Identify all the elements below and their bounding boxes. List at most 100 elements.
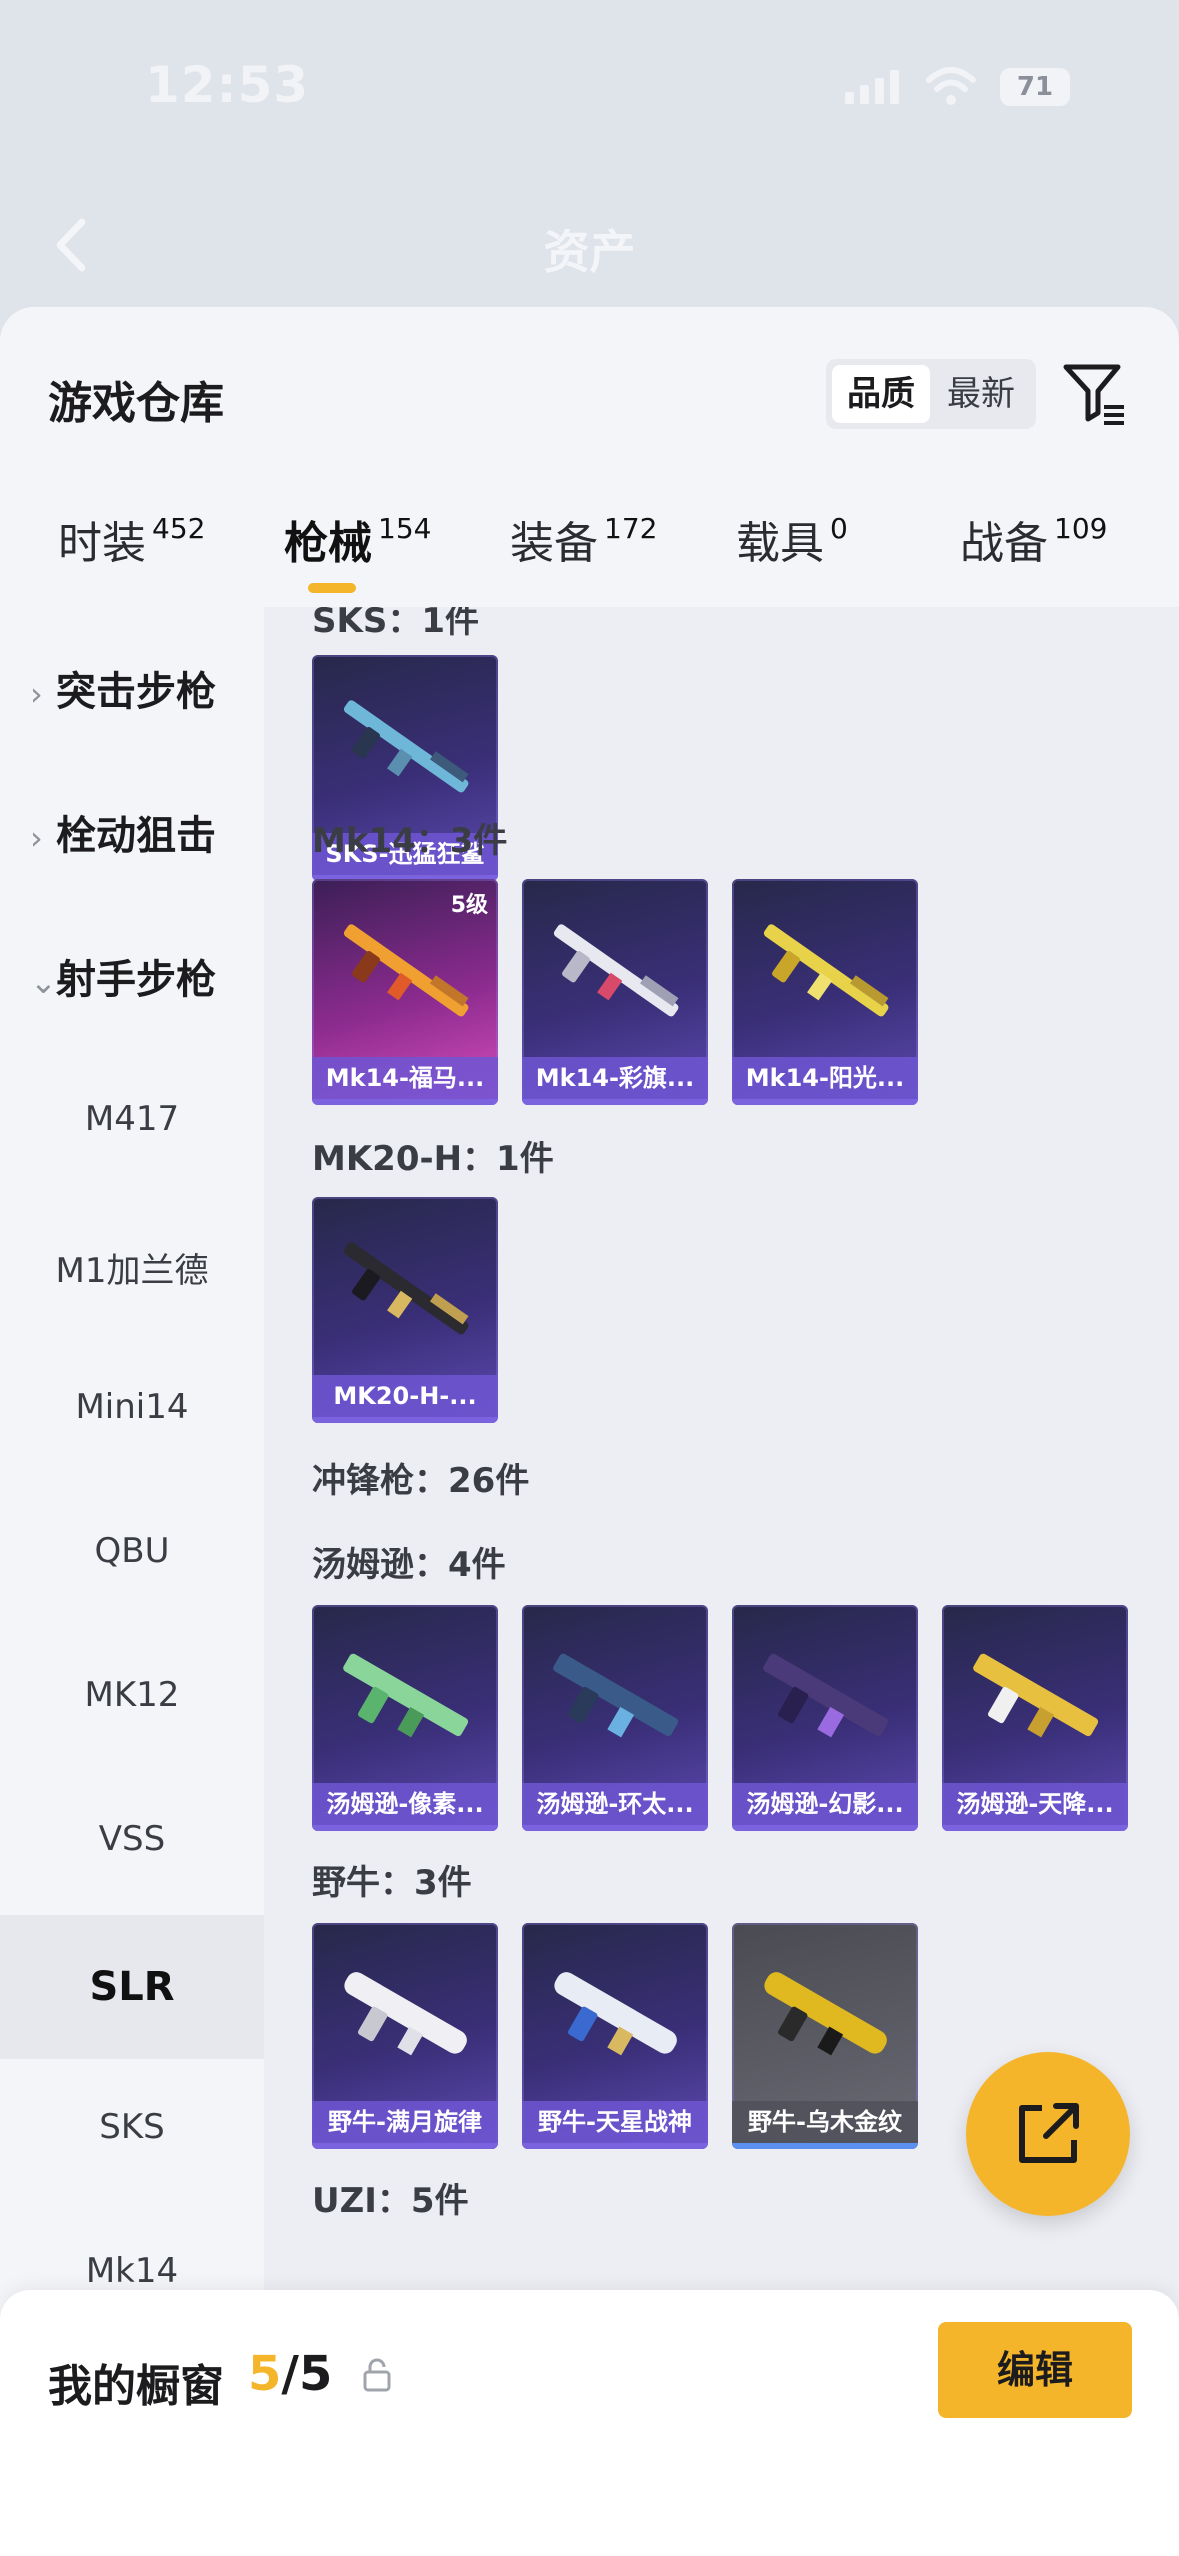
rifle-skin-icon <box>763 924 889 1017</box>
filter-icon[interactable] <box>1060 359 1130 429</box>
sort-toggle: 品质 最新 <box>826 359 1036 429</box>
rifle-skin-icon <box>343 1242 469 1335</box>
chevron-right-icon: › <box>30 675 43 713</box>
warehouse-sheet: 游戏仓库 品质 最新 时装 452 枪械 154 装备 172 载具 0 战备 109 ›… <box>0 307 1179 2556</box>
sidebar-item-vss[interactable]: VSS <box>0 1819 264 1859</box>
showcase-count: 5/5 <box>248 2346 332 2402</box>
tab-firearms[interactable]: 枪械 154 <box>284 507 431 571</box>
category-label: 射手步枪 <box>56 957 216 1003</box>
weapon-card[interactable]: 5级 Mk14-福马... <box>312 879 498 1105</box>
section-header-tommy: 汤姆逊：4件 <box>312 1545 506 1585</box>
weapon-card[interactable]: Mk14-彩旗... <box>522 879 708 1105</box>
weapon-name: 野牛-乌木金纹 <box>732 2101 918 2149</box>
rifle-skin-icon <box>553 924 679 1017</box>
tab-label: 战备 <box>960 518 1048 569</box>
section-header-mk14: Mk14：3件 <box>312 821 508 861</box>
sidebar-item-mk12[interactable]: MK12 <box>0 1675 264 1715</box>
section-header-uzi: UZI：5件 <box>312 2181 469 2221</box>
sheet-title: 游戏仓库 <box>48 378 224 429</box>
showcase-current: 5 <box>248 2346 282 2402</box>
weapon-card[interactable]: 汤姆逊-天降... <box>942 1605 1128 1831</box>
weapon-name: Mk14-彩旗... <box>522 1057 708 1105</box>
section-header-mk20: MK20-H：1件 <box>312 1139 554 1179</box>
nav-bar: 资产 <box>0 180 1179 310</box>
section-header-smg: 冲锋枪：26件 <box>312 1461 530 1501</box>
sidebar-item-mk14[interactable]: Mk14 <box>0 2251 264 2291</box>
edit-button[interactable]: 编辑 <box>938 2322 1132 2418</box>
weapon-name: Mk14-阳光... <box>732 1057 918 1105</box>
weapon-card[interactable]: 汤姆逊-幻影... <box>732 1605 918 1831</box>
battery-icon: 71 <box>1000 68 1070 106</box>
sidebar-item-m1-garand[interactable]: M1加兰德 <box>0 1243 264 1292</box>
smg-skin-icon <box>344 1972 467 2056</box>
sort-quality-button[interactable]: 品质 <box>832 365 930 423</box>
tab-supplies[interactable]: 战备 109 <box>960 507 1107 571</box>
tab-label: 载具 <box>736 518 824 569</box>
sheet-header: 游戏仓库 品质 最新 时装 452 枪械 154 装备 172 载具 0 战备 109 <box>0 307 1179 607</box>
weapon-name: Mk14-福马... <box>312 1057 498 1105</box>
tab-indicator <box>308 583 356 593</box>
rifle-skin-icon <box>343 924 469 1017</box>
tab-equipment[interactable]: 装备 172 <box>510 507 657 571</box>
category-label: 栓动狙击 <box>56 813 216 859</box>
smg-skin-icon <box>343 1653 469 1738</box>
tab-vehicles[interactable]: 载具 0 <box>736 507 848 571</box>
category-assault-rifle[interactable]: › 突击步枪 <box>30 659 216 717</box>
tab-count: 172 <box>604 512 658 545</box>
tab-label: 枪械 <box>284 518 372 569</box>
tab-count: 452 <box>152 512 206 545</box>
category-label: 突击步枪 <box>56 669 216 715</box>
weapon-card[interactable]: 汤姆逊-像素... <box>312 1605 498 1831</box>
share-icon <box>1019 2103 1079 2163</box>
smg-skin-icon <box>554 1972 677 2056</box>
sidebar-item-mini14[interactable]: Mini14 <box>0 1387 264 1427</box>
weapon-name: 汤姆逊-幻影... <box>732 1783 918 1831</box>
section-header-sks: SKS：1件 <box>312 607 479 641</box>
weapon-name: 野牛-天星战神 <box>522 2101 708 2149</box>
wifi-icon <box>926 67 976 105</box>
weapon-name: 汤姆逊-像素... <box>312 1783 498 1831</box>
sidebar-item-sks[interactable]: SKS <box>0 2107 264 2147</box>
category-sidebar: › 突击步枪 › 栓动狙击 ⌄射手步枪 M417 M1加兰德 Mini14 QBU … <box>0 607 264 2556</box>
status-bar: 12:53 71 <box>0 0 1179 150</box>
smg-skin-icon <box>973 1653 1099 1738</box>
tab-count: 0 <box>830 512 848 545</box>
tab-label: 时装 <box>58 518 146 569</box>
weapon-card[interactable]: 汤姆逊-环太... <box>522 1605 708 1831</box>
category-marksman-rifle[interactable]: ⌄射手步枪 <box>30 947 216 1005</box>
tab-count: 109 <box>1054 512 1108 545</box>
weapon-card[interactable]: MK20-H-... <box>312 1197 498 1423</box>
clock: 12:53 <box>145 56 310 114</box>
sidebar-item-slr[interactable]: SLR <box>0 1915 264 2059</box>
lock-icon <box>363 2358 391 2392</box>
signal-icon <box>845 70 899 104</box>
showcase-bar: 我的橱窗 5/5 编辑 <box>0 2290 1179 2556</box>
weapon-name: MK20-H-... <box>312 1375 498 1423</box>
category-bolt-sniper[interactable]: › 栓动狙击 <box>30 803 216 861</box>
sidebar-item-m417[interactable]: M417 <box>0 1099 264 1139</box>
section-header-bizon: 野牛：3件 <box>312 1863 472 1903</box>
weapon-list: SKS：1件 SKS-迅猛狂鲨 Mk14：3件 5级 Mk14-福马... Mk… <box>264 607 1179 2556</box>
chevron-right-icon: › <box>30 819 43 857</box>
smg-skin-icon <box>553 1653 679 1738</box>
weapon-card[interactable]: 野牛-乌木金纹 <box>732 1923 918 2149</box>
weapon-card[interactable]: Mk14-阳光... <box>732 879 918 1105</box>
rifle-skin-icon <box>343 700 469 793</box>
tab-fashion[interactable]: 时装 452 <box>58 507 205 571</box>
weapon-name: 野牛-满月旋律 <box>312 2101 498 2149</box>
showcase-label: 我的橱窗 <box>48 2361 224 2412</box>
chevron-down-icon: ⌄ <box>30 963 57 1001</box>
weapon-card[interactable]: 野牛-天星战神 <box>522 1923 708 2149</box>
weapon-name: 汤姆逊-环太... <box>522 1783 708 1831</box>
weapon-name: 汤姆逊-天降... <box>942 1783 1128 1831</box>
share-button[interactable] <box>966 2052 1130 2216</box>
sidebar-item-qbu[interactable]: QBU <box>0 1531 264 1571</box>
showcase-total: /5 <box>281 2346 333 2402</box>
smg-skin-icon <box>763 1653 889 1738</box>
weapon-card[interactable]: 野牛-满月旋律 <box>312 1923 498 2149</box>
tab-count: 154 <box>378 512 432 545</box>
page-title: 资产 <box>543 225 636 279</box>
smg-skin-icon <box>764 1972 887 2056</box>
sort-newest-button[interactable]: 最新 <box>932 365 1030 423</box>
tab-label: 装备 <box>510 518 598 569</box>
